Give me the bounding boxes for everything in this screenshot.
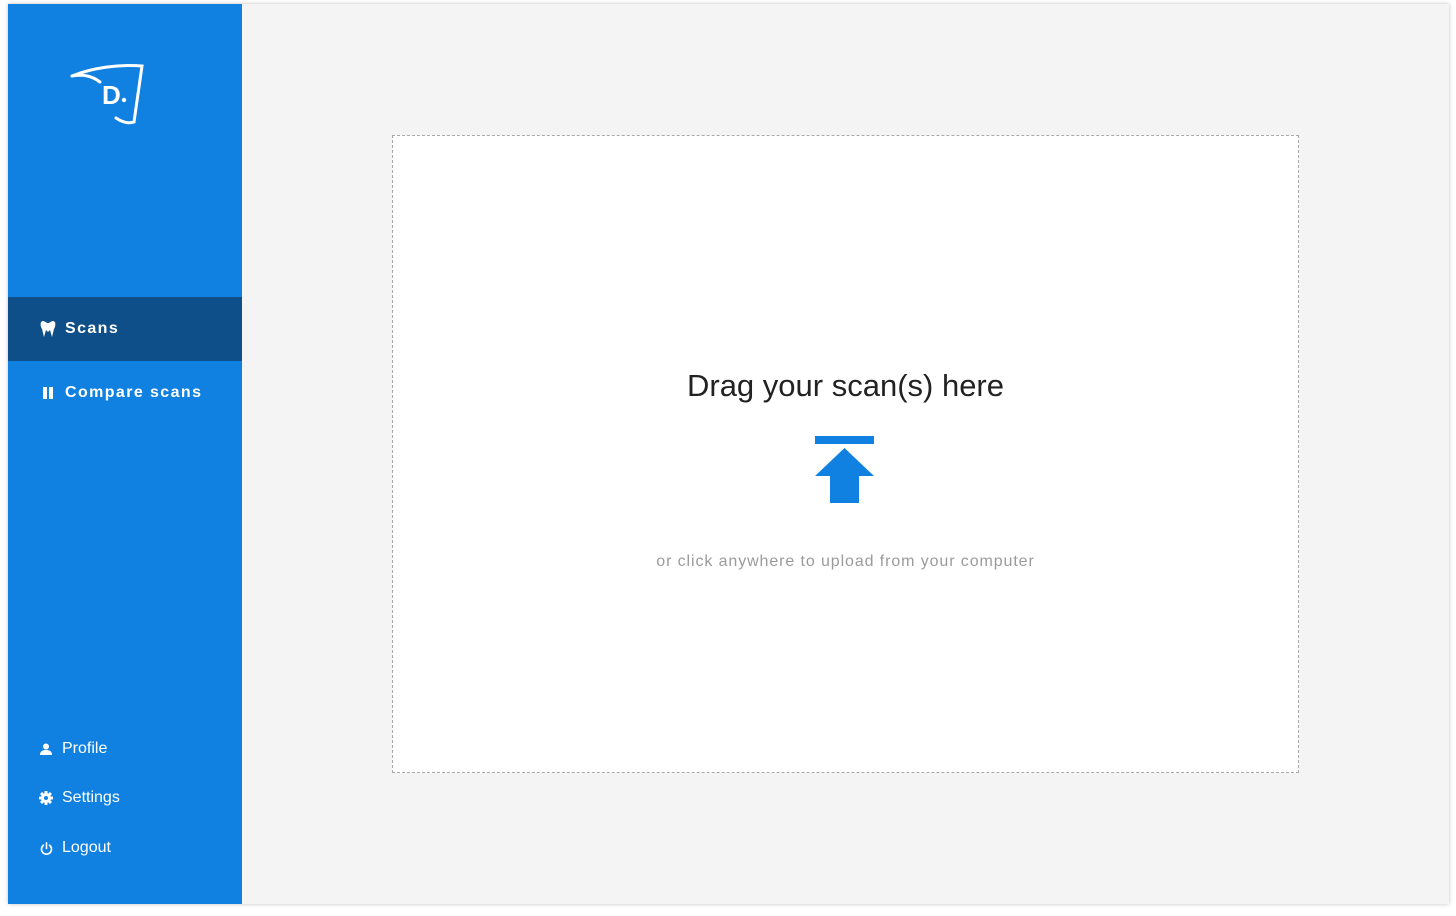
- gear-icon: [39, 791, 53, 805]
- app-window: D Scans Compare scans Profile Settings L…: [8, 4, 1449, 904]
- svg-text:D: D: [102, 80, 121, 110]
- power-icon: [39, 841, 53, 855]
- upload-icon: [815, 436, 874, 503]
- person-icon: [39, 742, 53, 756]
- sidebar-item-settings[interactable]: Settings: [8, 782, 242, 814]
- upload-dropzone[interactable]: Drag your scan(s) here or click anywhere…: [392, 135, 1299, 773]
- dropzone-title: Drag your scan(s) here: [686, 368, 1004, 403]
- sidebar-item-label: Logout: [62, 839, 111, 856]
- tooth-icon: [40, 321, 56, 337]
- sidebar-item-label: Profile: [62, 740, 108, 757]
- nav-item-label: Compare scans: [65, 384, 203, 401]
- sidebar-item-profile[interactable]: Profile: [8, 733, 242, 765]
- dropzone-subtitle: or click anywhere to upload from your co…: [656, 553, 1035, 570]
- nav-item-compare-scans[interactable]: Compare scans: [8, 361, 242, 425]
- nav-item-scans[interactable]: Scans: [8, 297, 242, 361]
- app-logo[interactable]: D: [70, 62, 146, 128]
- nav-item-label: Scans: [65, 320, 120, 337]
- sidebar-item-label: Settings: [62, 789, 120, 806]
- sidebar-item-logout[interactable]: Logout: [8, 832, 242, 864]
- columns-icon: [40, 385, 56, 401]
- sidebar: D Scans Compare scans Profile Settings L…: [8, 4, 242, 904]
